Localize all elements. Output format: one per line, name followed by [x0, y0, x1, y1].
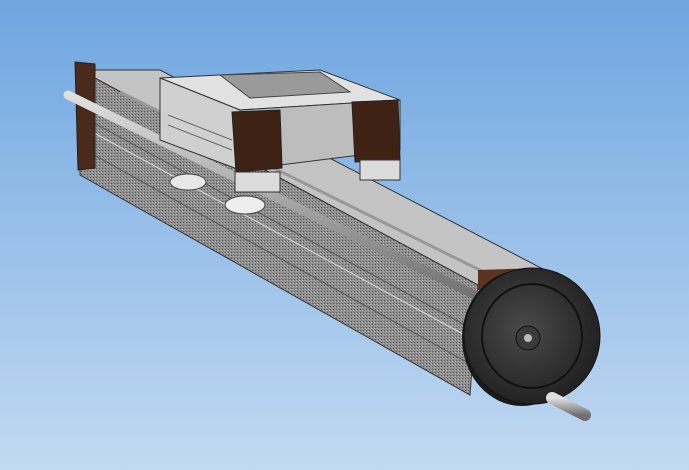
cad-viewport[interactable] — [0, 0, 689, 470]
end-cap-left — [74, 61, 96, 171]
carriage-end-block — [231, 109, 283, 173]
carriage-end-block — [351, 99, 401, 163]
model-render — [0, 0, 689, 470]
